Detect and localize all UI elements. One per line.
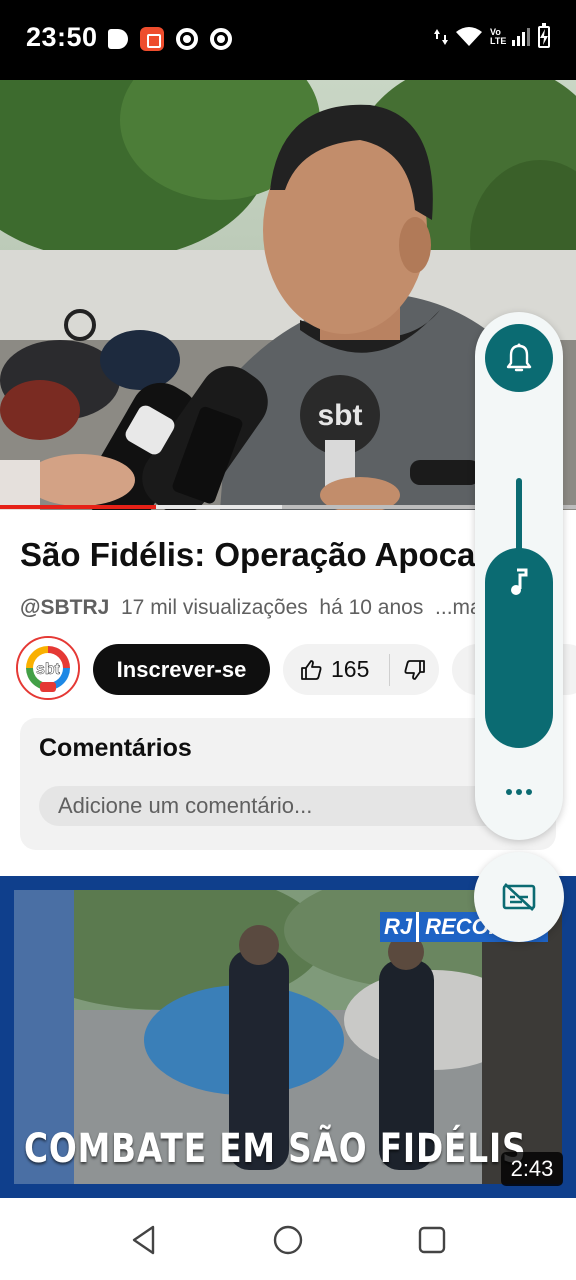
more-dots-icon[interactable] <box>497 780 541 804</box>
ringer-mode-button[interactable] <box>485 324 553 392</box>
like-count: 165 <box>331 656 370 682</box>
shopee-icon <box>140 27 164 51</box>
notification-icons <box>108 27 232 51</box>
back-icon <box>132 1225 155 1255</box>
channel-handle: @SBTRJ <box>20 596 110 619</box>
channel-tag-rj: RJ <box>380 912 417 942</box>
dislike-button[interactable] <box>390 644 439 695</box>
comments-title: Comentários <box>39 734 192 762</box>
volte-icon: Vo LTE <box>490 27 507 46</box>
video-duration: 2:43 <box>501 1152 563 1186</box>
music-note-icon <box>511 568 528 595</box>
live-caption-button[interactable] <box>474 852 564 942</box>
signal-icon <box>512 28 530 46</box>
media-volume-slider[interactable] <box>485 548 553 748</box>
like-dislike-group: 165 <box>283 644 439 695</box>
progress-fill <box>0 505 156 509</box>
screen: 23:50 Vo LTE sbt São Fidélis: Operação A… <box>0 0 576 1280</box>
recents-button[interactable] <box>412 1220 452 1260</box>
status-bar: 23:50 Vo LTE <box>0 0 576 80</box>
view-count: 17 mil visualizações <box>121 596 308 619</box>
subscribe-button[interactable]: Inscrever-se <box>93 644 270 695</box>
video-meta[interactable]: @SBTRJ 17 mil visualizações há 10 anos .… <box>20 596 480 620</box>
more-link: ...mais <box>435 596 480 619</box>
sbt-mic-logo: sbt <box>318 399 363 432</box>
system-icons: Vo LTE <box>434 23 550 48</box>
navigation-bar <box>0 1198 576 1280</box>
wifi-icon <box>456 27 482 46</box>
chrome-icon <box>176 28 198 50</box>
recents-icon <box>418 1226 446 1254</box>
chrome-icon <box>210 28 232 50</box>
home-icon <box>273 1225 303 1255</box>
thumbs-down-icon <box>404 659 425 680</box>
bell-icon <box>506 343 532 372</box>
channel-logo-text: sbt <box>36 661 61 678</box>
thumbnail-caption: COMBATE EM SÃO FIDÉLIS <box>24 1126 527 1172</box>
status-time: 23:50 <box>26 22 98 52</box>
comment-input[interactable]: Adicione um comentário... <box>39 786 539 826</box>
upload-age: há 10 anos <box>319 596 424 619</box>
back-button[interactable] <box>124 1220 164 1260</box>
b-app-icon <box>108 29 128 49</box>
like-button[interactable]: 165 <box>283 644 389 695</box>
captions-off-icon <box>502 883 536 911</box>
data-arrows-icon <box>434 29 448 45</box>
home-button[interactable] <box>268 1220 308 1260</box>
battery-charging-icon <box>538 23 550 48</box>
channel-avatar[interactable]: sbt <box>16 636 80 700</box>
volume-panel <box>475 312 563 840</box>
thumbs-up-icon <box>301 659 322 680</box>
